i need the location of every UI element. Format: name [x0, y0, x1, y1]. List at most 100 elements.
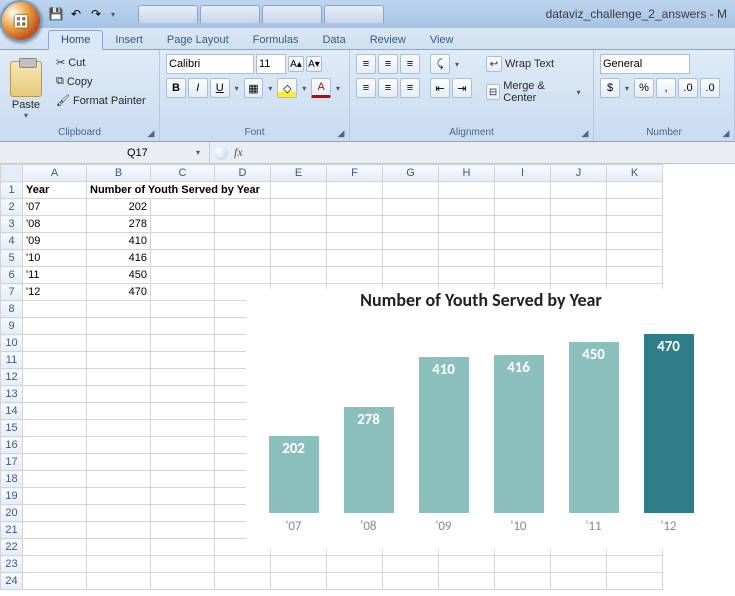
- chevron-down-icon[interactable]: ▾: [232, 84, 242, 93]
- cell[interactable]: Number of Youth Served by Year: [87, 182, 271, 199]
- col-header[interactable]: E: [271, 165, 327, 182]
- grow-font-icon[interactable]: A▴: [288, 56, 304, 72]
- row-header[interactable]: 7: [1, 284, 23, 301]
- col-header[interactable]: F: [327, 165, 383, 182]
- cell[interactable]: '07: [23, 199, 87, 216]
- row-header[interactable]: 13: [1, 386, 23, 403]
- cell[interactable]: Year: [23, 182, 87, 199]
- number-format-select[interactable]: [600, 54, 690, 74]
- row-header[interactable]: 22: [1, 539, 23, 556]
- merge-center-button[interactable]: ⊟Merge & Center▾: [482, 78, 587, 106]
- cell[interactable]: '09: [23, 233, 87, 250]
- window-tab[interactable]: [138, 5, 198, 23]
- bold-button[interactable]: B: [166, 78, 186, 98]
- align-top-icon[interactable]: ≡: [356, 54, 376, 74]
- row-header[interactable]: 9: [1, 318, 23, 335]
- window-tab[interactable]: [324, 5, 384, 23]
- redo-icon[interactable]: ↷: [88, 6, 104, 22]
- cell[interactable]: '11: [23, 267, 87, 284]
- row-header[interactable]: 24: [1, 573, 23, 590]
- tab-data[interactable]: Data: [310, 31, 357, 49]
- cell[interactable]: 450: [87, 267, 151, 284]
- embedded-chart[interactable]: Number of Youth Served by Year 202278410…: [246, 289, 716, 549]
- cell[interactable]: 416: [87, 250, 151, 267]
- cell[interactable]: '08: [23, 216, 87, 233]
- select-all-corner[interactable]: [1, 165, 23, 182]
- row-header[interactable]: 1: [1, 182, 23, 199]
- row-header[interactable]: 23: [1, 556, 23, 573]
- fill-color-button[interactable]: ◇: [277, 78, 297, 98]
- row-header[interactable]: 15: [1, 420, 23, 437]
- row-header[interactable]: 16: [1, 437, 23, 454]
- font-size-input[interactable]: [256, 54, 286, 74]
- align-center-icon[interactable]: ≡: [378, 78, 398, 98]
- row-header[interactable]: 8: [1, 301, 23, 318]
- align-middle-icon[interactable]: ≡: [378, 54, 398, 74]
- font-color-button[interactable]: A: [311, 78, 331, 98]
- fx-icon[interactable]: fx: [234, 145, 243, 160]
- dialog-launcher-icon[interactable]: ◢: [145, 127, 157, 139]
- col-header[interactable]: J: [551, 165, 607, 182]
- dialog-launcher-icon[interactable]: ◢: [579, 127, 591, 139]
- row-header[interactable]: 14: [1, 403, 23, 420]
- row-header[interactable]: 19: [1, 488, 23, 505]
- col-header[interactable]: H: [439, 165, 495, 182]
- align-right-icon[interactable]: ≡: [400, 78, 420, 98]
- row-header[interactable]: 17: [1, 454, 23, 471]
- increase-decimal-icon[interactable]: .0: [678, 78, 698, 98]
- insert-function-icon[interactable]: [214, 146, 228, 160]
- percent-icon[interactable]: %: [634, 78, 654, 98]
- row-header[interactable]: 4: [1, 233, 23, 250]
- row-header[interactable]: 18: [1, 471, 23, 488]
- cell[interactable]: 202: [87, 199, 151, 216]
- qat-more-icon[interactable]: ▾: [108, 10, 118, 19]
- formula-input[interactable]: [249, 147, 731, 159]
- tab-home[interactable]: Home: [48, 30, 103, 50]
- tab-view[interactable]: View: [418, 31, 466, 49]
- decrease-indent-icon[interactable]: ⇤: [430, 78, 450, 98]
- col-header[interactable]: A: [23, 165, 87, 182]
- col-header[interactable]: B: [87, 165, 151, 182]
- chevron-down-icon[interactable]: ▾: [193, 148, 203, 157]
- tab-formulas[interactable]: Formulas: [241, 31, 311, 49]
- dialog-launcher-icon[interactable]: ◢: [720, 127, 732, 139]
- row-header[interactable]: 20: [1, 505, 23, 522]
- shrink-font-icon[interactable]: A▾: [306, 56, 322, 72]
- undo-icon[interactable]: ↶: [68, 6, 84, 22]
- tab-insert[interactable]: Insert: [103, 31, 155, 49]
- align-bottom-icon[interactable]: ≡: [400, 54, 420, 74]
- col-header[interactable]: D: [215, 165, 271, 182]
- row-header[interactable]: 11: [1, 352, 23, 369]
- chevron-down-icon[interactable]: ▾: [452, 60, 462, 69]
- cell-reference-input[interactable]: [127, 147, 187, 159]
- row-header[interactable]: 5: [1, 250, 23, 267]
- office-button[interactable]: ⊞: [0, 0, 42, 42]
- row-header[interactable]: 2: [1, 199, 23, 216]
- chevron-down-icon[interactable]: ▾: [265, 84, 275, 93]
- wrap-text-button[interactable]: ↩Wrap Text: [482, 54, 587, 74]
- dialog-launcher-icon[interactable]: ◢: [335, 127, 347, 139]
- save-icon[interactable]: 💾: [48, 6, 64, 22]
- row-header[interactable]: 21: [1, 522, 23, 539]
- chevron-down-icon[interactable]: ▾: [622, 84, 632, 93]
- window-tab[interactable]: [200, 5, 260, 23]
- underline-button[interactable]: U: [210, 78, 230, 98]
- paste-button[interactable]: Paste ▾: [6, 54, 48, 126]
- chevron-down-icon[interactable]: ▾: [333, 84, 343, 93]
- comma-icon[interactable]: ,: [656, 78, 676, 98]
- cut-button[interactable]: ✂Cut: [52, 54, 150, 71]
- tab-page-layout[interactable]: Page Layout: [155, 31, 241, 49]
- copy-button[interactable]: ⧉Copy: [52, 73, 150, 90]
- italic-button[interactable]: I: [188, 78, 208, 98]
- col-header[interactable]: G: [383, 165, 439, 182]
- increase-indent-icon[interactable]: ⇥: [452, 78, 472, 98]
- orientation-icon[interactable]: ⤹: [430, 54, 450, 74]
- font-name-input[interactable]: [166, 54, 254, 74]
- cell[interactable]: 410: [87, 233, 151, 250]
- chevron-down-icon[interactable]: ▾: [299, 84, 309, 93]
- row-header[interactable]: 10: [1, 335, 23, 352]
- cell[interactable]: 278: [87, 216, 151, 233]
- cell[interactable]: '10: [23, 250, 87, 267]
- col-header[interactable]: C: [151, 165, 215, 182]
- col-header[interactable]: K: [607, 165, 663, 182]
